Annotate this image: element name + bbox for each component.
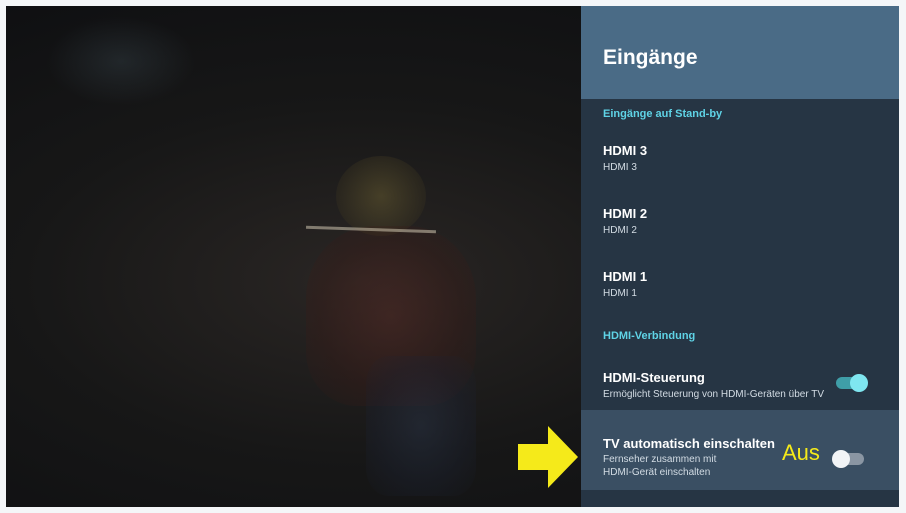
hdmi-control-item[interactable]: HDMI-Steuerung Ermöglicht Steuerung von …: [581, 370, 899, 410]
annotation-arrow-icon: [518, 426, 578, 488]
section-label-hdmi-link: HDMI-Verbindung: [603, 330, 696, 342]
auto-power-title: TV automatisch einschalten: [603, 436, 775, 451]
hdmi-control-toggle[interactable]: [836, 374, 868, 392]
tv-screen-background: [6, 6, 581, 507]
input-item-hdmi1[interactable]: HDMI 1 HDMI 1: [581, 269, 899, 309]
annotation-aus-label: Aus: [782, 440, 820, 465]
input-title: HDMI 1: [603, 269, 648, 284]
input-subtitle: HDMI 3: [603, 162, 637, 173]
room-light-reflection: [46, 16, 196, 106]
section-label-standby: Eingänge auf Stand-by: [603, 108, 723, 120]
auto-power-item[interactable]: TV automatisch einschalten Fernseher zus…: [581, 410, 899, 490]
tv-photo: Eingänge Eingänge auf Stand-by HDMI 3 HD…: [6, 6, 899, 507]
panel-header: Eingänge: [581, 6, 899, 99]
toggle-knob: [850, 374, 868, 392]
input-title: HDMI 2: [603, 206, 648, 221]
toggle-knob: [832, 450, 850, 468]
settings-panel: Eingänge Eingänge auf Stand-by HDMI 3 HD…: [581, 6, 899, 507]
input-subtitle: HDMI 2: [603, 225, 637, 236]
person-reflection-head: [336, 156, 426, 236]
auto-power-toggle[interactable]: [832, 450, 864, 468]
hdmi-control-title: HDMI-Steuerung: [603, 370, 705, 385]
panel-title: Eingänge: [603, 46, 698, 69]
auto-power-subtitle: Fernseher zusammen mit HDMI-Gerät einsch…: [603, 454, 717, 478]
input-subtitle: HDMI 1: [603, 288, 637, 299]
hdmi-control-subtitle: Ermöglicht Steuerung von HDMI-Geräten üb…: [603, 389, 825, 400]
input-item-hdmi3[interactable]: HDMI 3 HDMI 3: [581, 143, 899, 183]
input-title: HDMI 3: [603, 143, 648, 158]
input-item-hdmi2[interactable]: HDMI 2 HDMI 2: [581, 206, 899, 246]
person-reflection-legs: [366, 356, 476, 496]
